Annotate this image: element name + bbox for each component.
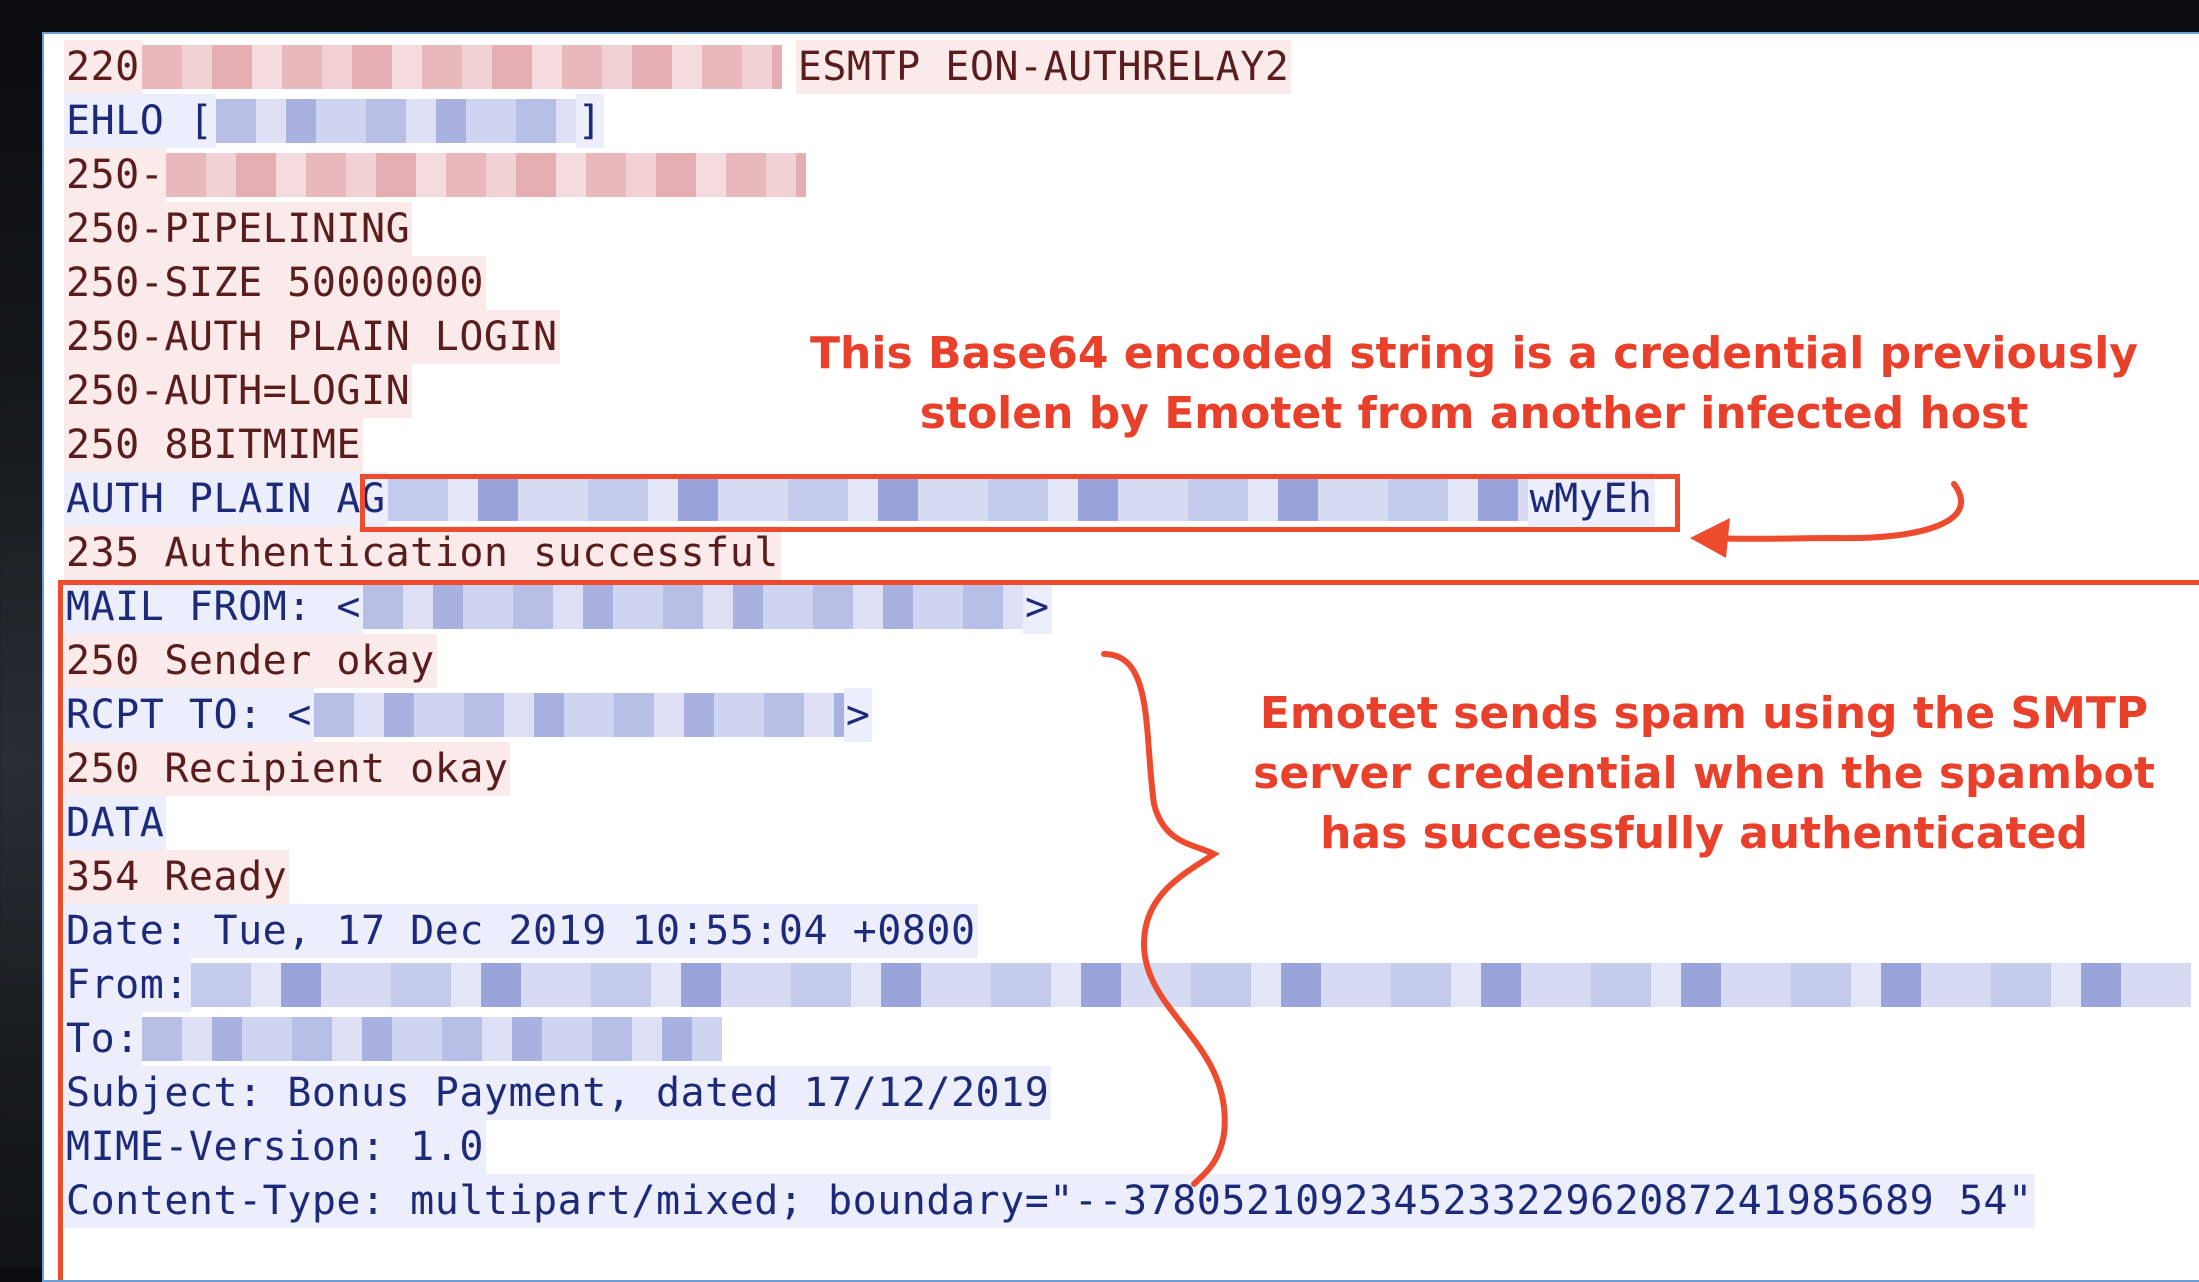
smtp-line-banner: 220 ESMTP EON-AUTHRELAY2 — [64, 40, 1292, 94]
code-250: 250- — [64, 148, 167, 202]
pipelining-text: 250-PIPELINING — [64, 202, 413, 256]
auth-success-text: 235 Authentication successful — [64, 526, 781, 580]
smtp-line-8bitmime: 250 8BITMIME — [64, 418, 363, 472]
smtp-line-auth-success: 235 Authentication successful — [64, 526, 781, 580]
smtp-line-250-host: 250- — [64, 148, 807, 202]
banner-code: 220 — [64, 40, 142, 94]
spam-annotation: Emotet sends spam using the SMTP server … — [1244, 684, 2164, 864]
spam-annotation-line1: Emotet sends spam using the SMTP — [1259, 688, 2149, 739]
auth-plain-text: 250-AUTH PLAIN LOGIN — [64, 310, 560, 364]
redacted-ip — [215, 99, 576, 143]
smtp-line-ehlo: EHLO [ ] — [64, 94, 605, 148]
credential-annotation-line2: stolen by Emotet from another infected h… — [919, 388, 2029, 439]
smtp-line-size: 250-SIZE 50000000 — [64, 256, 486, 310]
auth-login-text: 250-AUTH=LOGIN — [64, 364, 413, 418]
credential-annotation-line1: This Base64 encoded string is a credenti… — [810, 328, 2138, 379]
auth-command: AUTH PLAIN AG — [64, 472, 388, 526]
8bitmime-text: 250 8BITMIME — [64, 418, 363, 472]
credential-highlight-box — [360, 474, 1680, 532]
spam-annotation-line2: server credential when the spambot — [1253, 748, 2155, 799]
curved-arrow-icon — [1690, 481, 1964, 558]
spam-annotation-line3: has successfully authenticated — [1320, 808, 2088, 859]
banner-text: ESMTP EON-AUTHRELAY2 — [795, 40, 1292, 94]
redacted-hostname-2 — [166, 153, 807, 197]
size-text: 250-SIZE 50000000 — [64, 256, 486, 310]
credential-annotation: This Base64 encoded string is a credenti… — [764, 324, 2184, 444]
smtp-line-auth-login: 250-AUTH=LOGIN — [64, 364, 413, 418]
redacted-hostname — [141, 45, 782, 89]
smtp-line-auth-plain: 250-AUTH PLAIN LOGIN — [64, 310, 560, 364]
curly-brace-icon — [1101, 651, 1228, 1187]
ehlo-command: EHLO [ — [64, 94, 216, 148]
smtp-transcript-panel: 220 ESMTP EON-AUTHRELAY2 EHLO [ ] 250- 2… — [42, 32, 2199, 1282]
ehlo-close: ] — [575, 94, 605, 148]
smtp-line-pipelining: 250-PIPELINING — [64, 202, 413, 256]
